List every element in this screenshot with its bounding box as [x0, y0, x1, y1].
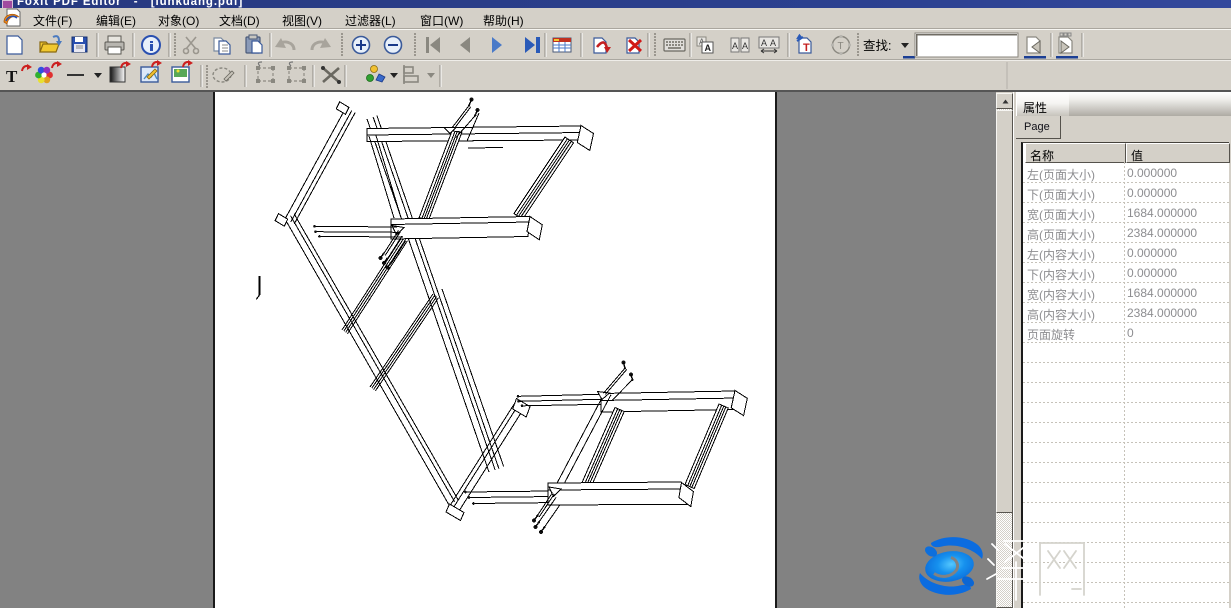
svg-text:A: A	[705, 43, 712, 53]
svg-text:T: T	[838, 41, 844, 52]
svg-text:A: A	[732, 41, 738, 51]
svg-text:A: A	[742, 41, 748, 51]
svg-text:T: T	[803, 42, 810, 54]
svg-text:A: A	[761, 38, 767, 48]
svg-text:T: T	[6, 67, 18, 86]
svg-text:A: A	[770, 38, 776, 48]
svg-text:查找:: 查找:	[863, 39, 891, 53]
